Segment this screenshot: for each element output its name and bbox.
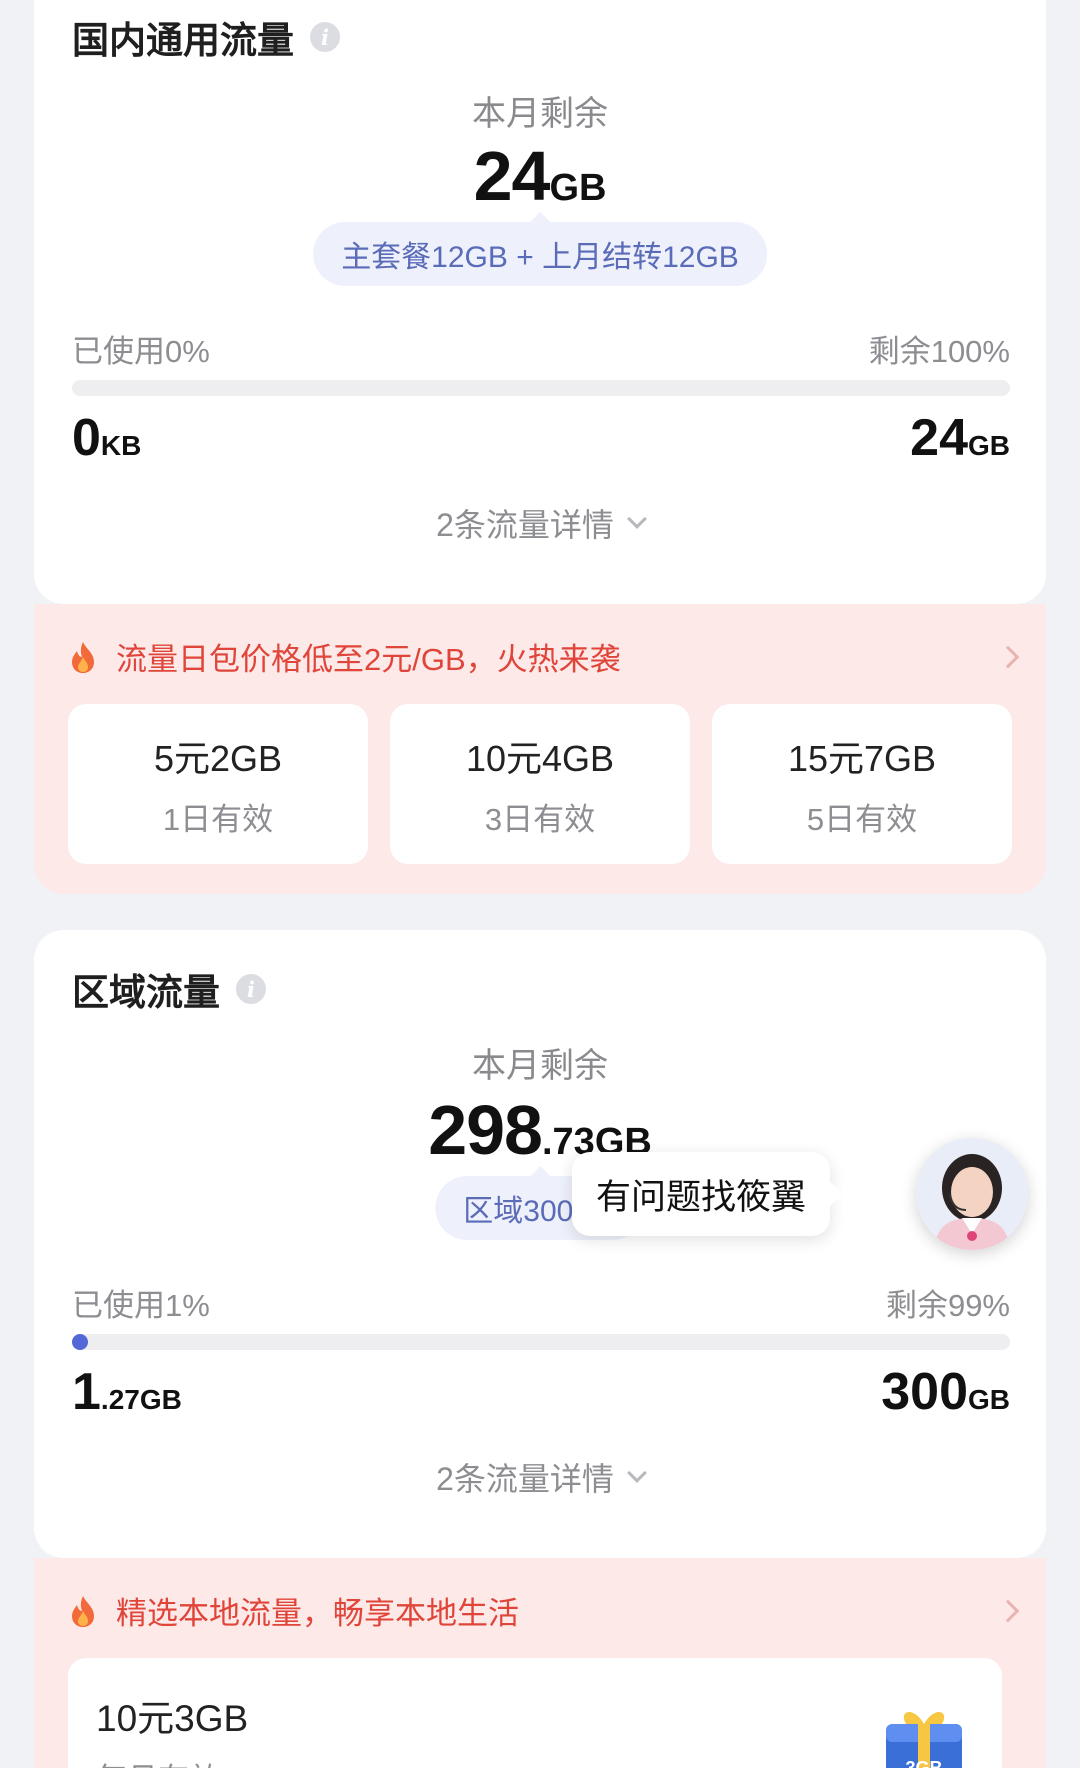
total-amount: 24GB <box>910 408 1010 468</box>
domestic-traffic-card: 国内通用流量 i 本月剩余 24GB 主套餐12GB + 上月结转12GB 已使… <box>34 0 1046 604</box>
used-amount-value: 0 <box>72 409 101 467</box>
agent-avatar-icon <box>916 1138 1028 1250</box>
total-amount-unit: GB <box>968 430 1010 461</box>
total-amount-unit: GB <box>968 1384 1010 1415</box>
regional-traffic-card: 区域流量 i 本月剩余 298.73GB 区域300GB 已使用1% 剩余99%… <box>34 930 1046 1558</box>
offer-validity: 1日有效 <box>162 801 274 837</box>
remaining-value: 298 <box>428 1091 543 1169</box>
usage-amount-row: 0KB 24GB <box>72 408 1010 468</box>
offer-card[interactable]: 10元4GB 3日有效 <box>390 704 690 864</box>
traffic-details-label: 2条流量详情 <box>436 1461 614 1497</box>
used-percent-label: 已使用1% <box>72 1288 210 1323</box>
badge-text: 3GB <box>905 1758 942 1768</box>
offer-card[interactable]: 5元2GB 1日有效 <box>68 704 368 864</box>
chevron-down-icon <box>627 1463 647 1483</box>
offer-validity: 5日有效 <box>806 801 918 837</box>
usage-progress-fill <box>72 1334 88 1350</box>
plan-breakdown-pill: 主套餐12GB + 上月结转12GB <box>313 222 767 286</box>
daily-pack-promo-header[interactable]: 流量日包价格低至2元/GB，火热来袭 <box>68 634 1020 679</box>
traffic-details-toggle[interactable]: 2条流量详情 <box>34 1454 1046 1500</box>
used-amount-value: 1 <box>72 1363 101 1421</box>
remaining-label: 本月剩余 <box>472 95 608 133</box>
regional-traffic-title-text: 区域流量 <box>72 972 220 1013</box>
total-amount-value: 300 <box>881 1363 968 1421</box>
flame-icon <box>72 1595 94 1627</box>
usage-amount-row: 1.27GB 300GB <box>72 1362 1010 1422</box>
usage-percent-row: 已使用0% 剩余100% <box>72 326 1010 371</box>
offer-validity: 每月有效 <box>96 1754 220 1768</box>
left-percent-label: 剩余100% <box>868 334 1010 369</box>
usage-progress-bar <box>72 1334 1010 1350</box>
used-amount: 0KB <box>72 408 141 468</box>
flame-icon <box>72 641 94 673</box>
local-traffic-promo: 精选本地流量，畅享本地生活 10元3GB 每月有效 3GB <box>34 1558 1046 1768</box>
used-amount-decimal: .27 <box>100 1384 140 1415</box>
offer-title: 15元7GB <box>787 737 937 779</box>
local-traffic-promo-header[interactable]: 精选本地流量，畅享本地生活 <box>68 1588 1020 1633</box>
daily-pack-promo: 流量日包价格低至2元/GB，火热来袭 5元2GB 1日有效 10元4GB 3日有… <box>34 604 1046 894</box>
total-amount: 300GB <box>881 1362 1010 1422</box>
usage-progress-bar <box>72 380 1010 396</box>
data-gift-badge-icon: 3GB <box>886 1711 962 1768</box>
chevron-down-icon <box>627 509 647 529</box>
offer-title: 5元2GB <box>153 737 283 779</box>
used-amount-unit: KB <box>100 430 142 461</box>
local-offer-card[interactable]: 10元3GB 每月有效 3GB <box>68 1658 1002 1768</box>
offer-card[interactable]: 15元7GB 5日有效 <box>712 704 1012 864</box>
offer-title: 10元3GB <box>96 1698 249 1739</box>
domestic-traffic-title-text: 国内通用流量 <box>72 20 294 61</box>
offer-title: 10元4GB <box>465 737 615 779</box>
remaining-unit: GB <box>549 167 607 209</box>
assistant-bubble[interactable]: 有问题找筱翼 <box>572 1152 845 1236</box>
local-traffic-promo-headline: 精选本地流量，畅享本地生活 <box>116 1596 519 1631</box>
info-icon[interactable]: i <box>310 22 340 52</box>
chevron-right-icon <box>996 1599 1020 1622</box>
used-amount: 1.27GB <box>72 1362 182 1422</box>
usage-percent-row: 已使用1% 剩余99% <box>72 1280 1010 1325</box>
regional-traffic-title: 区域流量 i <box>72 962 266 1016</box>
traffic-details-toggle[interactable]: 2条流量详情 <box>34 500 1046 546</box>
remaining-amount: 24GB <box>34 136 1046 216</box>
assistant-avatar[interactable] <box>916 1138 1028 1250</box>
remaining-value: 24 <box>473 137 551 215</box>
used-percent-label: 已使用0% <box>72 334 210 369</box>
remaining-label: 本月剩余 <box>472 1047 608 1085</box>
total-amount-value: 24 <box>910 409 968 467</box>
remaining-amount: 298.73GB <box>34 1090 1046 1170</box>
offer-validity: 3日有效 <box>484 801 596 837</box>
assistant-bubble-text: 有问题找筱翼 <box>596 1177 807 1217</box>
used-amount-unit: GB <box>139 1384 182 1415</box>
domestic-traffic-title: 国内通用流量 i <box>72 10 340 64</box>
traffic-details-label: 2条流量详情 <box>436 507 614 543</box>
info-icon[interactable]: i <box>236 974 266 1004</box>
chevron-right-icon <box>996 645 1020 668</box>
daily-pack-promo-headline: 流量日包价格低至2元/GB，火热来袭 <box>116 642 621 677</box>
left-percent-label: 剩余99% <box>885 1288 1010 1323</box>
daily-pack-offers: 5元2GB 1日有效 10元4GB 3日有效 15元7GB 5日有效 <box>68 704 1012 864</box>
